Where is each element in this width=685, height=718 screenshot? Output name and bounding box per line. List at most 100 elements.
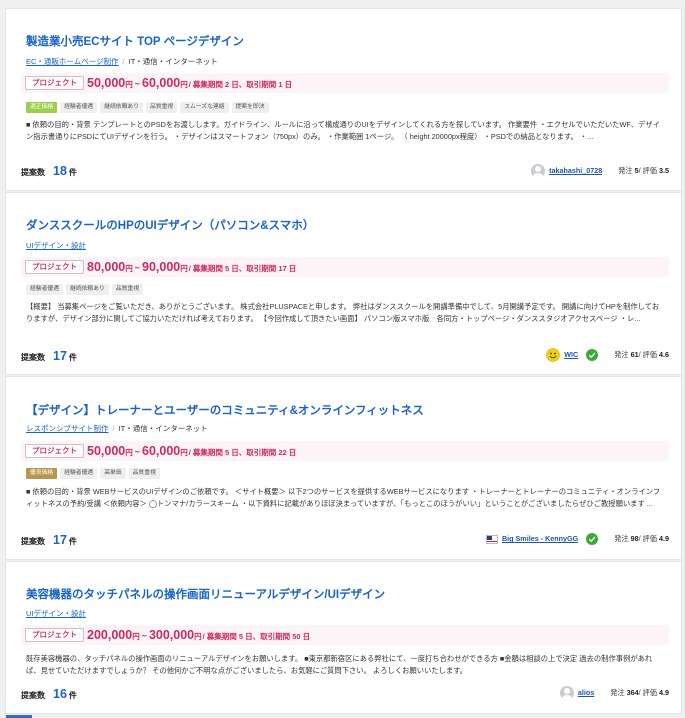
client-name[interactable]: Big Smiles - KennyGG [502,531,578,547]
job-card: 【デザイン】トレーナーとユーザーのコミュニティ&オンラインフィットネス レスポン… [5,376,682,560]
rating-value: 3.5 [659,166,669,176]
rating-label: / 評価 [638,166,657,176]
tag: 品質重視 [111,284,143,295]
tag: 品質重視 [146,102,178,113]
price-min: 50,000 [87,444,126,458]
tag: 継続依頼あり [66,284,109,295]
client-name[interactable]: alios [578,685,594,701]
period-info: / 募集期間 5 日、取引期間 50 日 [202,632,311,641]
tag-list: 優良価格 経験者優遇 高単価 品質重視 [26,468,163,479]
category-link[interactable]: EC・通販ホームページ制作 [26,57,119,66]
price-max: 300,000 [148,628,195,642]
avatar[interactable] [559,686,574,701]
job-title[interactable]: ダンススクールのHPのUIデザイン（パソコン&スマホ） [26,217,314,233]
price-unit: 円 [132,632,140,641]
rating-label: / 評価 [638,350,657,360]
avatar[interactable] [531,164,546,179]
proposal-count: 提案数 17 件 [21,347,77,365]
verified-check-icon [586,349,599,362]
client-stats: 発注 98/ 評価 4.9 [614,531,669,547]
job-categories: UIデザイン・設計 [26,608,86,619]
price-tilde: ~ [134,447,140,457]
tag: 経験者優遇 [60,468,98,479]
industry-label: IT・通信・インターネット [128,57,218,66]
price-unit: 円 [194,632,202,641]
rating-label: / 評価 [638,534,657,544]
orders-count: 364 [626,688,639,698]
price-bar: プロジェクト 50,000円 ~60,000円/ 募集期間 2 日、取引期間 1 … [21,73,669,93]
orders-label: 発注 [614,350,629,360]
price-min: 200,000 [87,628,133,642]
job-categories: EC・通販ホームページ制作 / IT・通信・インターネット [26,56,218,67]
price-range: 50,000円 ~60,000円/ 募集期間 2 日、取引期間 1 日 [87,74,292,92]
category-separator: / [112,424,115,433]
client-info: takahashi_0728 発注 5/ 評価 3.5 [531,163,669,179]
tag: 経験者優遇 [26,284,63,295]
job-description: 既存美容機器の、タッチパネルの操作画面のリニューアルデザインをお願いします。 ■… [26,654,653,675]
proposal-count: 提案数 18 件 [21,162,77,180]
proposal-count-value: 17 [53,349,67,363]
job-description: ■ 依頼の目的・背景 テンプレートとのPSDをお渡しします。ガイドライン、ルール… [26,120,660,141]
proposal-count: 提案数 17 件 [21,531,77,549]
client-stats: 発注 5/ 評価 3.5 [618,163,669,179]
price-unit: 円 [180,80,188,89]
proposal-count-unit: 件 [68,691,77,700]
client-name[interactable]: takahashi_0728 [549,163,602,179]
price-bar: プロジェクト 200,000円 ~300,000円/ 募集期間 5 日、取引期間 … [21,625,669,645]
scroll-indicator [0,714,685,718]
category-link[interactable]: レスポンシブサイト制作 [26,424,109,433]
proposal-count-unit: 件 [68,353,77,362]
client-name[interactable]: WIC [564,347,578,363]
project-badge: プロジェクト [25,260,84,274]
client-stats: 発注 364/ 評価 4.9 [610,685,669,701]
tag: 適正価格 [26,102,58,113]
proposal-count-unit: 件 [68,168,77,177]
category-link[interactable]: UIデザイン・設計 [26,609,86,618]
price-min: 50,000 [87,76,126,90]
tag: 経験者優遇 [60,102,98,113]
job-description: 【概要】 当募集ページをご覧いただき、ありがとうございます。 株式会社PLUSP… [26,302,660,323]
price-unit: 円 [180,264,188,273]
job-title[interactable]: 【デザイン】トレーナーとユーザーのコミュニティ&オンラインフィットネス [26,402,424,418]
tag: 提案を即決 [231,102,269,113]
period-info: / 募集期間 5 日、取引期間 17 日 [188,264,297,273]
job-card: 製造業小売ECサイト TOP ページデザイン EC・通販ホームページ制作 / IT・… [5,8,682,191]
price-max: 90,000 [142,260,181,274]
tag-list: 経験者優遇 継続依頼あり 品質重視 [26,284,146,295]
orders-label: 発注 [610,688,625,698]
rating-value: 4.9 [659,688,669,698]
job-title[interactable]: 製造業小売ECサイト TOP ページデザイン [26,33,244,49]
client-info: WIC 発注 61/ 評価 4.6 [546,347,669,363]
proposal-count-value: 17 [53,533,67,547]
proposal-count-label: 提案数 [21,168,45,177]
project-badge: プロジェクト [25,76,84,90]
verified-check-icon [586,533,599,546]
price-range: 200,000円 ~300,000円/ 募集期間 5 日、取引期間 50 日 [87,626,310,644]
price-range: 50,000円 ~60,000円/ 募集期間 5 日、取引期間 22 日 [87,442,296,460]
smiley-avatar-icon[interactable] [546,348,561,362]
project-badge: プロジェクト [25,444,84,458]
job-categories: レスポンシブサイト制作 / IT・通信・インターネット [26,423,208,434]
price-tilde: ~ [134,79,140,89]
price-range: 80,000円 ~90,000円/ 募集期間 5 日、取引期間 17 日 [87,258,296,276]
job-title[interactable]: 美容機器のタッチパネルの操作画面リニューアルデザイン/UIデザイン [26,586,385,602]
orders-count: 98 [630,534,639,544]
orders-label: 発注 [618,166,633,176]
proposal-count-value: 18 [53,164,67,178]
job-card: 美容機器のタッチパネルの操作画面リニューアルデザイン/UIデザイン UIデザイン… [5,561,682,714]
proposal-count-value: 16 [53,687,67,701]
proposal-count-label: 提案数 [21,691,45,700]
price-unit: 円 [125,80,133,89]
category-link[interactable]: UIデザイン・設計 [26,241,86,250]
price-tilde: ~ [141,631,147,641]
price-bar: プロジェクト 80,000円 ~90,000円/ 募集期間 5 日、取引期間 17… [21,257,669,277]
tag: 優良価格 [26,468,58,479]
industry-label: IT・通信・インターネット [118,424,208,433]
flag-avatar-icon[interactable] [485,534,498,544]
proposal-count-label: 提案数 [21,353,45,362]
orders-count: 61 [630,350,639,360]
price-bar: プロジェクト 50,000円 ~60,000円/ 募集期間 5 日、取引期間 22… [21,441,669,461]
price-unit: 円 [180,448,188,457]
rating-label: / 評価 [638,688,657,698]
proposal-count: 提案数 16 件 [21,685,77,703]
